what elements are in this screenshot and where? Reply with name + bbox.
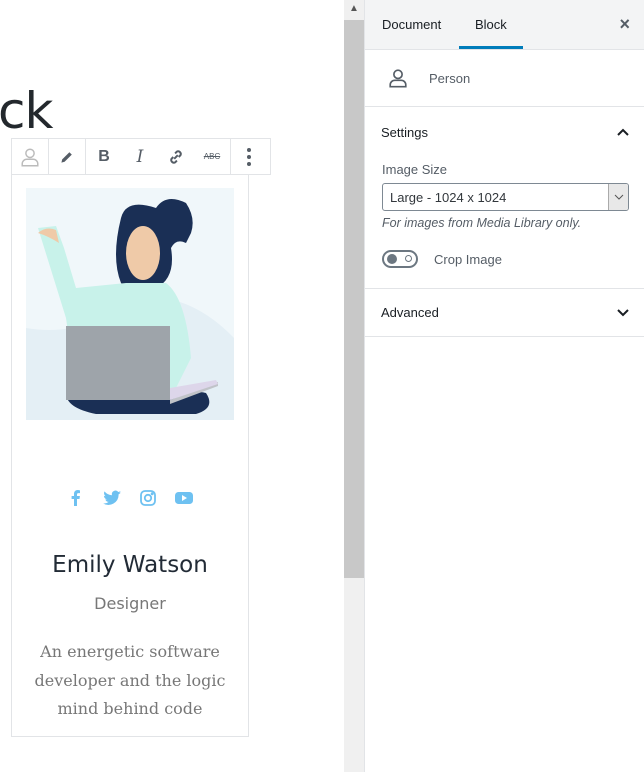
person-bio[interactable]: An energetic software developer and the …: [22, 638, 238, 724]
block-toolbar: B I ABC: [11, 138, 271, 175]
scrollbar[interactable]: ▲: [344, 0, 364, 772]
pencil-icon[interactable]: [49, 139, 85, 174]
chevron-down-icon: [608, 184, 628, 210]
advanced-panel: Advanced: [365, 289, 644, 337]
block-name: Person: [429, 70, 471, 86]
person-icon: [389, 69, 407, 88]
person-block-icon[interactable]: [12, 139, 48, 174]
tab-block[interactable]: Block: [459, 0, 523, 49]
tab-document[interactable]: Document: [366, 0, 457, 49]
crop-image-toggle[interactable]: [382, 250, 418, 268]
person-role[interactable]: Designer: [12, 594, 248, 613]
settings-sidebar: Document Block × Person Settings Image S…: [364, 0, 644, 772]
scroll-up-icon[interactable]: ▲: [344, 3, 364, 14]
block-card: Person: [365, 50, 644, 107]
crop-image-label: Crop Image: [434, 251, 502, 267]
instagram-icon[interactable]: [138, 488, 158, 508]
twitter-icon[interactable]: [102, 488, 122, 508]
strikethrough-icon[interactable]: ABC: [194, 139, 230, 174]
chevron-down-icon: [617, 308, 629, 316]
settings-panel: Settings Image Size Large - 1024 x 1024 …: [365, 107, 644, 289]
close-icon[interactable]: ×: [619, 14, 630, 35]
person-block[interactable]: Emily Watson Designer An energetic softw…: [11, 174, 249, 737]
more-options-icon[interactable]: [231, 139, 267, 174]
image-size-help: For images from Media Library only.: [382, 216, 582, 230]
editor-canvas: ck B I ABC Emily Watson Designer An ener…: [0, 0, 344, 772]
social-links: [12, 488, 248, 508]
image-size-label: Image Size: [382, 162, 448, 177]
settings-toggle[interactable]: Settings: [365, 107, 644, 157]
sidebar-header: Document Block ×: [365, 0, 644, 50]
link-icon[interactable]: [158, 139, 194, 174]
advanced-toggle[interactable]: Advanced: [365, 289, 644, 336]
bold-icon[interactable]: B: [86, 139, 122, 174]
facebook-icon[interactable]: [66, 488, 86, 508]
person-name[interactable]: Emily Watson: [12, 552, 248, 578]
page-heading[interactable]: ck: [0, 82, 53, 140]
image-size-select[interactable]: Large - 1024 x 1024: [382, 183, 629, 211]
person-photo: [26, 188, 234, 420]
youtube-icon[interactable]: [174, 488, 194, 508]
chevron-up-icon: [617, 128, 629, 136]
scrollbar-thumb[interactable]: [344, 20, 364, 578]
italic-icon[interactable]: I: [122, 139, 158, 174]
